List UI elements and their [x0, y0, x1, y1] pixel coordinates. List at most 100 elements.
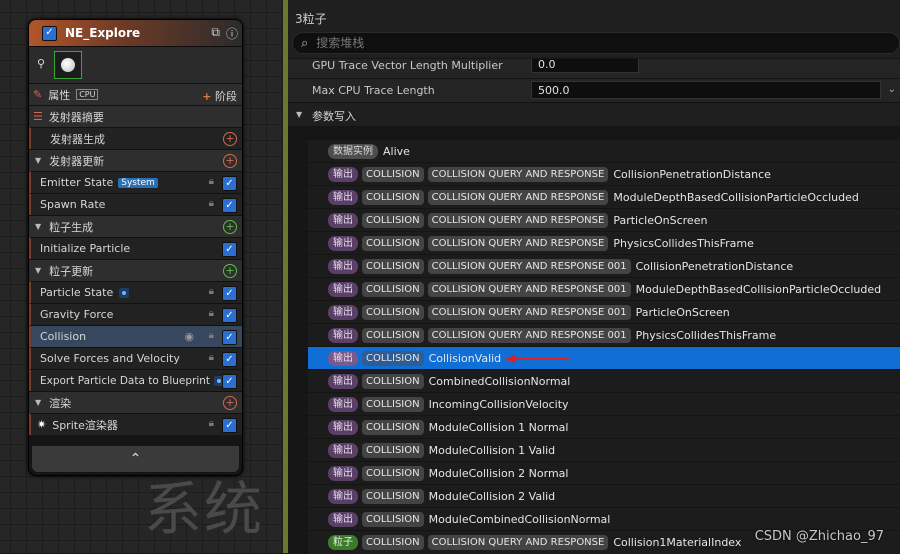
namespace-pill: 输出	[328, 235, 358, 251]
particle-spawn-label: 粒子生成	[49, 220, 94, 234]
add-module-icon[interactable]: +	[223, 264, 237, 278]
namespace-pill: 输出	[328, 350, 358, 366]
module-enable-checkbox[interactable]: ✓	[222, 286, 237, 301]
parameter-name: CollisionValid	[428, 351, 502, 365]
add-module-icon[interactable]: +	[223, 220, 237, 234]
parameter-row[interactable]: 输出 COLLISION COLLISION QUERY AND RESPONSE C…	[288, 162, 900, 186]
category-pill: COLLISION QUERY AND RESPONSE 001	[427, 281, 631, 297]
row-gutter	[288, 232, 308, 255]
module-collision[interactable]: Collision ◉ 🔒︎ ✓	[29, 325, 242, 347]
parameter-row[interactable]: 输出 COLLISION COLLISION QUERY AND RESPONSE …	[288, 254, 900, 278]
category-pill: COLLISION QUERY AND RESPONSE	[427, 235, 609, 251]
module-enable-checkbox[interactable]: ✓	[222, 242, 237, 257]
render-label: 渲染	[49, 396, 72, 410]
particle-update-section[interactable]: ▼ 粒子更新 +	[29, 259, 242, 281]
collapse-icon[interactable]: ▼	[35, 266, 41, 275]
category-pill: COLLISION	[362, 373, 424, 389]
module-enable-checkbox[interactable]: ✓	[222, 308, 237, 323]
render-section[interactable]: ▼ 渲染 +	[29, 391, 242, 413]
emitter-summary-label: 发射器摘要	[48, 110, 104, 124]
parameter-row[interactable]: 输出 COLLISION COLLISION QUERY AND RESPONSE M…	[288, 185, 900, 209]
add-stage-button[interactable]: + 阶段	[202, 88, 237, 104]
parameter-row[interactable]: 输出 COLLISION ModuleCollision 1 Normal	[288, 415, 900, 439]
namespace-pill: 输出	[328, 511, 358, 527]
category-pill: COLLISION	[362, 235, 424, 251]
parameter-name: PhysicsCollidesThisFrame	[635, 328, 777, 342]
parameter-row[interactable]: 输出 COLLISION COLLISION QUERY AND RESPONSE …	[288, 323, 900, 347]
parameter-row[interactable]: 输出 COLLISION ModuleCollision 1 Valid	[288, 438, 900, 462]
parameter-row[interactable]: 输出 COLLISION IncomingCollisionVelocity	[288, 392, 900, 416]
emitter-thumbnail[interactable]	[54, 51, 82, 79]
module-export-particle[interactable]: Export Particle Data to Blueprint ✓	[29, 369, 242, 391]
info-dot-icon	[119, 287, 130, 298]
emitter-update-section[interactable]: ▼ 发射器更新 +	[29, 149, 242, 171]
search-box[interactable]: ⌕	[292, 32, 900, 54]
pin-icon[interactable]: ⚲	[37, 57, 45, 70]
parameter-row[interactable]: 输出 COLLISION COLLISION QUERY AND RESPONSE P…	[288, 231, 900, 255]
parameter-row[interactable]: 输出 COLLISION CombinedCollisionNormal	[288, 369, 900, 393]
property-label: GPU Trace Vector Length Multiplier	[312, 59, 503, 72]
row-gutter	[288, 255, 308, 278]
module-emitter-state[interactable]: Emitter State System 🔒︎ ✓	[29, 171, 242, 193]
emitter-node[interactable]: ✓ NE_Explore ⧉ ⓘ ⚲ ✎ 属性 CPU + 阶段 ☰ 发射器摘要	[28, 19, 243, 476]
parameter-row[interactable]: 输出 COLLISION COLLISION QUERY AND RESPONSE …	[288, 277, 900, 301]
info-icon[interactable]: ⓘ	[226, 25, 238, 42]
add-module-icon[interactable]: +	[223, 132, 237, 146]
module-enable-checkbox[interactable]: ✓	[222, 352, 237, 367]
module-enable-checkbox[interactable]: ✓	[222, 198, 237, 213]
property-row-max-cpu-trace-length[interactable]: Max CPU Trace Length 500.0 ⌄	[288, 78, 900, 102]
group-parameter-writes[interactable]: ▼ 参数写入	[288, 102, 900, 126]
module-enable-checkbox[interactable]: ✓	[222, 374, 237, 389]
module-spawn-rate[interactable]: Spawn Rate 🔒︎ ✓	[29, 193, 242, 215]
namespace-pill: 输出	[328, 442, 358, 458]
graph-canvas[interactable]: 系统 ✓ NE_Explore ⧉ ⓘ ⚲ ✎ 属性 CPU + 阶段 ☰ 发射…	[0, 0, 283, 553]
row-gutter	[288, 347, 311, 370]
parameter-row[interactable]: 数据实例 Alive	[288, 139, 900, 163]
node-enable-checkbox[interactable]: ✓	[42, 25, 57, 41]
parameter-row[interactable]: 输出 COLLISION ModuleCollision 2 Valid	[288, 484, 900, 508]
search-input[interactable]	[314, 35, 819, 51]
properties-row[interactable]: ✎ 属性 CPU + 阶段	[29, 83, 242, 105]
module-label: Gravity Force	[40, 308, 114, 321]
module-enable-checkbox[interactable]: ✓	[222, 418, 237, 433]
property-value[interactable]: 500.0	[531, 81, 881, 99]
namespace-pill: 输出	[328, 212, 358, 228]
collapse-icon[interactable]: ▼	[35, 156, 41, 165]
module-enable-checkbox[interactable]: ✓	[222, 176, 237, 191]
add-module-icon[interactable]: +	[223, 154, 237, 168]
chevron-down-icon[interactable]: ⌄	[888, 84, 896, 95]
parameter-row[interactable]: 输出 COLLISION COLLISION QUERY AND RESPONSE P…	[288, 208, 900, 232]
collapse-icon[interactable]: ▼	[35, 222, 41, 231]
module-solve-forces[interactable]: Solve Forces and Velocity 🔒︎ ✓	[29, 347, 242, 369]
row-gutter	[288, 508, 308, 531]
emitter-spawn-row[interactable]: 发射器生成 +	[29, 127, 242, 149]
module-initialize-particle[interactable]: Initialize Particle ✓	[29, 237, 242, 259]
parameter-name: ModuleCollision 2 Valid	[428, 489, 556, 503]
property-value[interactable]: 0.0	[531, 59, 639, 73]
csdn-watermark: CSDN @Zhichao_97	[754, 529, 884, 544]
parameter-row[interactable]: 输出 COLLISION ModuleCollision 2 Normal	[288, 461, 900, 485]
property-row-partial[interactable]: GPU Trace Vector Length Multiplier 0.0	[288, 58, 900, 78]
parameter-row[interactable]: 输出 COLLISION COLLISION QUERY AND RESPONSE …	[288, 300, 900, 324]
parameter-row[interactable]: 输出 COLLISION ModuleCombinedCollisionNormal	[288, 507, 900, 531]
parameter-name: Collision1MaterialIndex	[613, 535, 742, 549]
eye-icon[interactable]: ◉	[184, 330, 194, 343]
collapse-icon[interactable]: ▼	[296, 110, 302, 119]
collapse-icon[interactable]: ▼	[35, 398, 41, 407]
sprite-icon: ✷	[37, 418, 47, 431]
annotation-arrow	[504, 355, 570, 363]
add-renderer-icon[interactable]: +	[223, 396, 237, 410]
parameter-row[interactable]: 输出 COLLISION CollisionValid	[288, 346, 900, 370]
module-label: Particle State	[40, 286, 114, 299]
module-enable-checkbox[interactable]: ✓	[222, 330, 237, 345]
category-pill: COLLISION QUERY AND RESPONSE	[427, 212, 609, 228]
collapse-node-button[interactable]: ⌃	[32, 446, 239, 472]
module-particle-state[interactable]: Particle State 🔒︎ ✓	[29, 281, 242, 303]
module-sprite-renderer[interactable]: ✷ Sprite渲染器 🔒︎ ✓	[29, 413, 242, 435]
open-external-icon[interactable]: ⧉	[211, 25, 220, 42]
emitter-summary-row[interactable]: ☰ 发射器摘要	[29, 105, 242, 127]
particle-spawn-section[interactable]: ▼ 粒子生成 +	[29, 215, 242, 237]
namespace-pill: 输出	[328, 327, 358, 343]
module-gravity-force[interactable]: Gravity Force 🔒︎ ✓	[29, 303, 242, 325]
category-pill: COLLISION QUERY AND RESPONSE 001	[427, 304, 631, 320]
